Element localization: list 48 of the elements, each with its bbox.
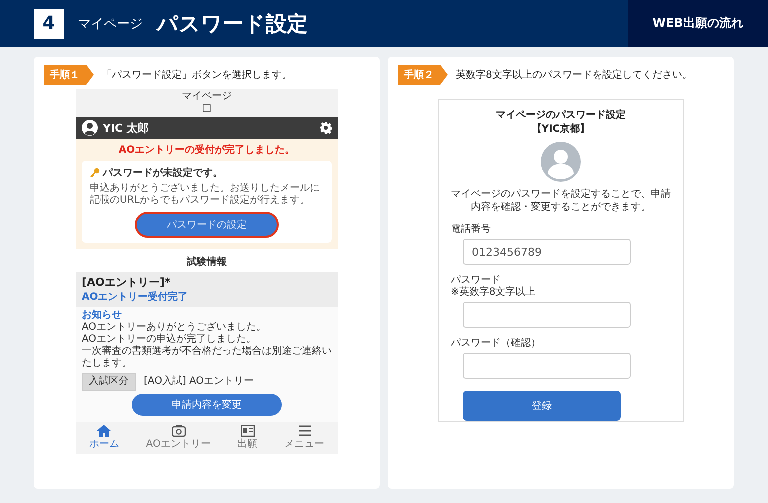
register-button[interactable]: 登録 — [463, 391, 621, 421]
step-badge: 手順２ — [398, 65, 448, 85]
change-application-button[interactable]: 申請内容を変更 — [132, 394, 282, 416]
card-title: パスワードが未設定です。 — [103, 166, 223, 180]
field-label: 入試区分 — [82, 373, 136, 391]
screen-title: マイページ — [181, 91, 233, 103]
page-title: パスワード設定 — [157, 10, 308, 38]
step-instruction: 英数字8文字以上のパスワードを設定してください。 — [456, 68, 692, 82]
nav-item[interactable]: メニュー — [284, 425, 325, 451]
home-icon — [97, 425, 112, 437]
menu-icon — [298, 425, 312, 437]
notice-label: お知らせ — [82, 310, 123, 322]
field-label: パスワード（確認） — [451, 338, 542, 350]
card-text: 申込ありがとうございました。お送りしたメールに記載のURLからでもパスワード設定が行えます。 — [90, 183, 321, 207]
notice-line: 一次審査の書類選考が不合格だった場合は別途ご連絡いたします。 — [82, 346, 332, 370]
key-icon — [90, 168, 100, 178]
avatar-icon — [541, 142, 581, 182]
form-description: マイページのパスワードを設定することで、申請内容を確認・変更することができます。 — [451, 188, 671, 214]
nav-item[interactable]: 出願 — [238, 425, 258, 451]
form-subtitle: 【YIC京都】 — [530, 122, 592, 136]
input-field[interactable]: 0123456789 — [463, 239, 631, 265]
entry-title: [AOエントリー]* — [82, 275, 172, 290]
nav-item[interactable]: ホーム — [89, 425, 120, 451]
step-number: 4 — [34, 8, 64, 38]
notice-line: AOエントリーの申込が完了しました。 — [82, 334, 258, 346]
input-field[interactable] — [463, 353, 631, 379]
field-label: 電話番号 — [451, 224, 492, 236]
password-setting-button[interactable]: パスワードの設定 — [135, 212, 279, 238]
input-field[interactable] — [463, 302, 631, 328]
form-title: マイページのパスワード設定 — [495, 108, 627, 122]
user-avatar-icon — [82, 120, 98, 136]
nav-item[interactable]: AOエントリー — [146, 425, 211, 451]
flow-label: WEB出願の流れ — [628, 0, 768, 47]
step-instruction: 「パスワード設定」ボタンを選択します。 — [102, 68, 292, 82]
notice-message: AOエントリーの受付が完了しました。 — [118, 143, 296, 157]
camera-icon — [172, 425, 186, 437]
settings-icon[interactable] — [320, 122, 332, 134]
entry-status: AOエントリー受付完了 — [82, 290, 190, 304]
field-note: ※英数字8文字以上 — [451, 287, 537, 299]
section-heading: 試験情報 — [186, 256, 228, 269]
notice-line: AOエントリーありがとうございました。 — [82, 322, 268, 334]
step-badge: 手順１ — [44, 65, 94, 85]
user-name: YIC 太郎 — [103, 120, 149, 136]
missing-glyph: □ — [201, 103, 213, 115]
field-value: [AO入試] AOエントリー — [144, 376, 254, 388]
section-label: マイページ — [78, 16, 143, 32]
id-card-icon — [240, 425, 255, 437]
field-label: パスワード — [451, 275, 502, 286]
